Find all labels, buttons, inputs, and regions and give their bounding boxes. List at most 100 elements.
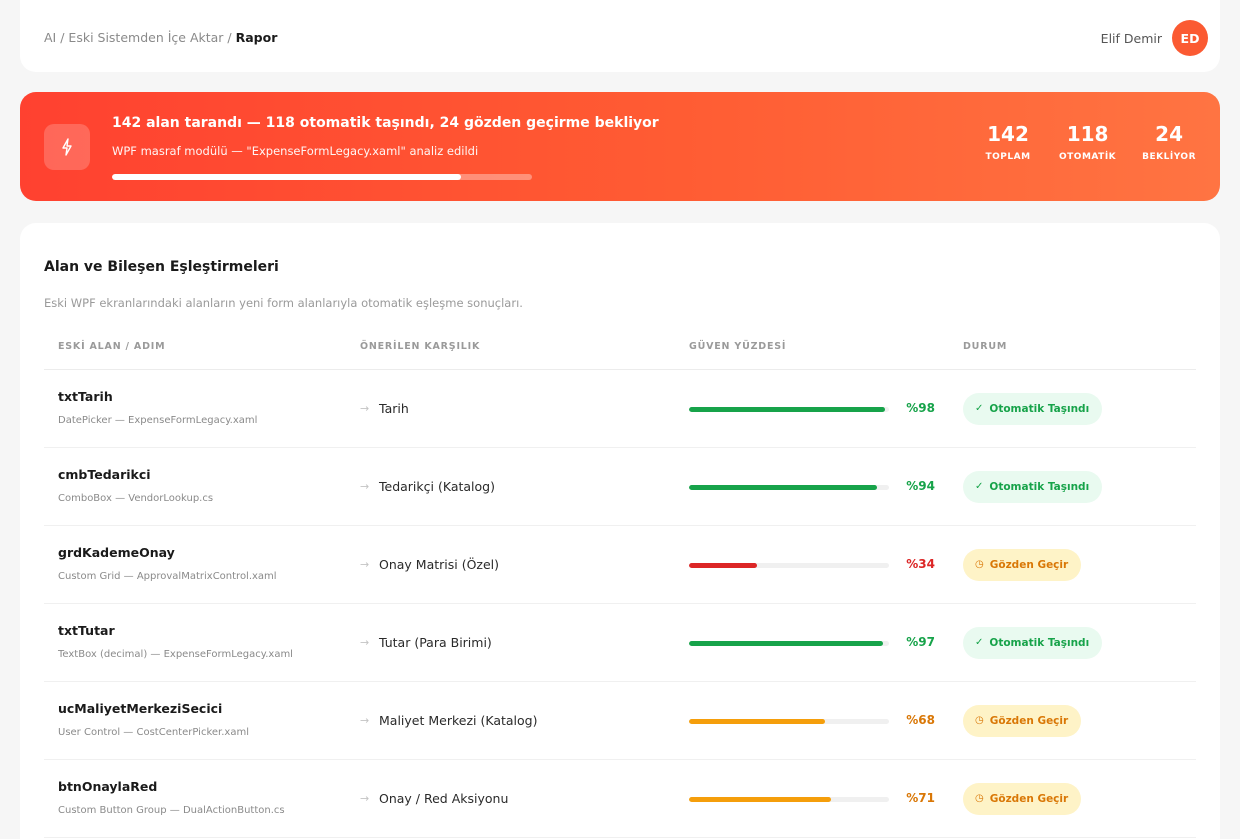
legacy-field-name: txtTutar bbox=[58, 623, 115, 638]
arrow-right-icon: → bbox=[360, 792, 370, 805]
arrow-right-icon: → bbox=[360, 636, 370, 649]
avatar[interactable]: ED bbox=[1172, 20, 1208, 56]
legacy-field-name: ucMaliyetMerkeziSecici bbox=[58, 701, 223, 716]
summary-subtitle: WPF masraf modülü — "ExpenseFormLegacy.x… bbox=[112, 144, 479, 158]
panel-title: Alan ve Bileşen Eşleştirmeleri bbox=[44, 259, 279, 275]
confidence-value: %98 bbox=[906, 401, 935, 415]
confidence-bar bbox=[689, 641, 889, 646]
stat-total: 142 TOPLAM bbox=[983, 122, 1033, 162]
legacy-field-name: btnOnaylaRed bbox=[58, 779, 158, 794]
clock-icon: ◷ bbox=[975, 559, 984, 570]
user-menu[interactable]: Elif Demir ED bbox=[1101, 20, 1208, 56]
status-badge[interactable]: ◷ Gözden Geçir bbox=[963, 705, 1082, 737]
legacy-field-source: DatePicker — ExpenseFormLegacy.xaml bbox=[58, 415, 258, 426]
stat-label: TOPLAM bbox=[985, 152, 1031, 162]
status-badge[interactable]: ◷ Gözden Geçir bbox=[963, 549, 1082, 581]
confidence-value: %71 bbox=[906, 791, 935, 805]
table-row[interactable]: grdKademeOnay Custom Grid — ApprovalMatri… bbox=[44, 526, 1196, 604]
status-label: Gözden Geçir bbox=[989, 559, 1069, 571]
check-icon: ✓ bbox=[975, 403, 984, 414]
legacy-field-source: User Control — CostCenterPicker.xaml bbox=[58, 727, 249, 738]
column-header-status: DURUM bbox=[963, 341, 1008, 352]
stat-auto: 118 OTOMATİK bbox=[1059, 122, 1116, 162]
confidence-bar bbox=[689, 407, 889, 412]
confidence-value: %34 bbox=[906, 557, 935, 571]
table-body: txtTarih DatePicker — ExpenseFormLegacy.x… bbox=[44, 370, 1196, 838]
confidence-bar bbox=[689, 797, 889, 802]
status-label: Otomatik Taşındı bbox=[989, 481, 1090, 493]
confidence-bar bbox=[689, 719, 889, 724]
confidence-value: %97 bbox=[906, 635, 935, 649]
breadcrumb-separator: / bbox=[56, 30, 69, 45]
arrow-right-icon: → bbox=[360, 402, 370, 415]
migration-progress-bar bbox=[112, 174, 532, 180]
breadcrumb-item-ai[interactable]: AI bbox=[44, 30, 56, 45]
legacy-field-source: Custom Grid — ApprovalMatrixControl.xaml bbox=[58, 571, 277, 582]
suggested-match: Tarih bbox=[379, 401, 409, 416]
mappings-table: ESKİ ALAN / ADIM ÖNERİLEN KARŞILIK GÜVEN… bbox=[44, 327, 1196, 838]
suggested-match: Tutar (Para Birimi) bbox=[379, 635, 492, 650]
arrow-right-icon: → bbox=[360, 480, 370, 493]
check-icon: ✓ bbox=[975, 637, 984, 648]
legacy-field-name: txtTarih bbox=[58, 389, 113, 404]
legacy-field-name: grdKademeOnay bbox=[58, 545, 175, 560]
suggested-match: Tedarikçi (Katalog) bbox=[379, 479, 495, 494]
mappings-panel: Alan ve Bileşen Eşleştirmeleri Eski WPF … bbox=[20, 223, 1220, 839]
stat-pending: 24 BEKLİYOR bbox=[1142, 122, 1196, 162]
breadcrumb: AI / Eski Sistemden İçe Aktar / Rapor bbox=[44, 30, 277, 45]
confidence-bar-fill bbox=[689, 485, 877, 490]
status-badge[interactable]: ◷ Gözden Geçir bbox=[963, 783, 1082, 815]
stat-value: 118 bbox=[1066, 122, 1109, 146]
status-label: Otomatik Taşındı bbox=[989, 403, 1090, 415]
status-badge[interactable]: ✓ Otomatik Taşındı bbox=[963, 393, 1103, 425]
arrow-right-icon: → bbox=[360, 558, 370, 571]
legacy-field-source: TextBox (decimal) — ExpenseFormLegacy.xa… bbox=[58, 649, 293, 660]
confidence-bar-fill bbox=[689, 407, 885, 412]
lightning-icon bbox=[44, 124, 90, 170]
confidence-bar-fill bbox=[689, 719, 825, 724]
legacy-field-source: ComboBox — VendorLookup.cs bbox=[58, 493, 214, 504]
status-badge[interactable]: ✓ Otomatik Taşındı bbox=[963, 471, 1103, 503]
legacy-field-source: Custom Button Group — DualActionButton.c… bbox=[58, 805, 285, 816]
breadcrumb-separator: / bbox=[223, 30, 236, 45]
migration-progress-fill bbox=[112, 174, 461, 180]
suggested-match: Onay / Red Aksiyonu bbox=[379, 791, 509, 806]
check-icon: ✓ bbox=[975, 481, 984, 492]
legacy-field-name: cmbTedarikci bbox=[58, 467, 151, 482]
user-name: Elif Demir bbox=[1100, 30, 1162, 46]
suggested-match: Maliyet Merkezi (Katalog) bbox=[379, 713, 538, 728]
confidence-bar-fill bbox=[689, 641, 883, 646]
status-label: Otomatik Taşındı bbox=[989, 637, 1090, 649]
stat-label: BEKLİYOR bbox=[1142, 152, 1196, 162]
stat-value: 24 bbox=[1155, 122, 1183, 146]
table-row[interactable]: txtTutar TextBox (decimal) — ExpenseFormL… bbox=[44, 604, 1196, 682]
table-row[interactable]: txtTarih DatePicker — ExpenseFormLegacy.x… bbox=[44, 370, 1196, 448]
status-badge[interactable]: ✓ Otomatik Taşındı bbox=[963, 627, 1103, 659]
breadcrumb-current: Rapor bbox=[235, 30, 278, 45]
stat-label: OTOMATİK bbox=[1059, 152, 1117, 162]
breadcrumb-item-import[interactable]: Eski Sistemden İçe Aktar bbox=[68, 30, 223, 45]
column-header-suggested-match: ÖNERİLEN KARŞILIK bbox=[360, 341, 481, 352]
table-row[interactable]: cmbTedarikci ComboBox — VendorLookup.cs → T… bbox=[44, 448, 1196, 526]
status-label: Gözden Geçir bbox=[989, 793, 1069, 805]
column-header-confidence: GÜVEN YÜZDESİ bbox=[689, 341, 787, 352]
clock-icon: ◷ bbox=[975, 715, 984, 726]
stat-value: 142 bbox=[987, 122, 1029, 146]
table-row[interactable]: btnOnaylaRed Custom Button Group — DualAc… bbox=[44, 760, 1196, 838]
arrow-right-icon: → bbox=[360, 714, 370, 727]
table-row[interactable]: ucMaliyetMerkeziSecici User Control — Cos… bbox=[44, 682, 1196, 760]
status-label: Gözden Geçir bbox=[989, 715, 1069, 727]
confidence-bar bbox=[689, 485, 889, 490]
confidence-value: %68 bbox=[906, 713, 935, 727]
top-bar: AI / Eski Sistemden İçe Aktar / Rapor El… bbox=[20, 0, 1220, 72]
clock-icon: ◷ bbox=[975, 793, 984, 804]
table-header: ESKİ ALAN / ADIM ÖNERİLEN KARŞILIK GÜVEN… bbox=[44, 327, 1196, 370]
panel-description: Eski WPF ekranlarındaki alanların yeni f… bbox=[44, 296, 523, 310]
summary-stats: 142 TOPLAM 118 OTOMATİK 24 BEKLİYOR bbox=[983, 122, 1196, 162]
confidence-bar-fill bbox=[689, 563, 757, 568]
summary-banner: 142 alan tarandı — 118 otomatik taşındı,… bbox=[20, 92, 1220, 201]
confidence-bar-fill bbox=[689, 797, 831, 802]
summary-title: 142 alan tarandı — 118 otomatik taşındı,… bbox=[112, 115, 659, 131]
column-header-legacy-field: ESKİ ALAN / ADIM bbox=[58, 341, 166, 352]
confidence-value: %94 bbox=[906, 479, 935, 493]
